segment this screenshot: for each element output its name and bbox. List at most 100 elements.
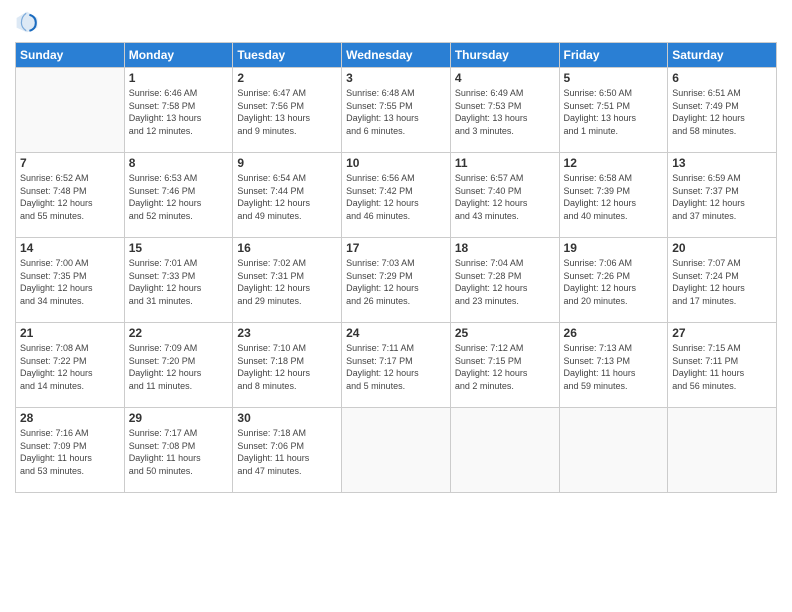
calendar-cell: 28 Sunrise: 7:16 AMSunset: 7:09 PMDayligh… [16, 408, 125, 493]
day-info: Sunrise: 6:52 AMSunset: 7:48 PMDaylight:… [20, 172, 120, 222]
logo-icon [15, 10, 39, 34]
day-info: Sunrise: 7:16 AMSunset: 7:09 PMDaylight:… [20, 427, 120, 477]
day-number: 15 [129, 241, 229, 255]
calendar-header-tuesday: Tuesday [233, 43, 342, 68]
calendar-week-3: 14 Sunrise: 7:00 AMSunset: 7:35 PMDayligh… [16, 238, 777, 323]
day-info: Sunrise: 7:08 AMSunset: 7:22 PMDaylight:… [20, 342, 120, 392]
day-number: 19 [564, 241, 664, 255]
day-number: 4 [455, 71, 555, 85]
day-number: 17 [346, 241, 446, 255]
day-info: Sunrise: 7:00 AMSunset: 7:35 PMDaylight:… [20, 257, 120, 307]
calendar-cell: 13 Sunrise: 6:59 AMSunset: 7:37 PMDayligh… [668, 153, 777, 238]
calendar-cell: 23 Sunrise: 7:10 AMSunset: 7:18 PMDayligh… [233, 323, 342, 408]
day-number: 16 [237, 241, 337, 255]
calendar-cell: 20 Sunrise: 7:07 AMSunset: 7:24 PMDayligh… [668, 238, 777, 323]
calendar-cell [450, 408, 559, 493]
calendar-header-sunday: Sunday [16, 43, 125, 68]
calendar-cell: 7 Sunrise: 6:52 AMSunset: 7:48 PMDaylight… [16, 153, 125, 238]
calendar-cell: 22 Sunrise: 7:09 AMSunset: 7:20 PMDayligh… [124, 323, 233, 408]
day-number: 27 [672, 326, 772, 340]
day-number: 25 [455, 326, 555, 340]
calendar-cell: 18 Sunrise: 7:04 AMSunset: 7:28 PMDayligh… [450, 238, 559, 323]
calendar-cell: 5Sunrise: 6:50 AMSunset: 7:51 PMDaylight… [559, 68, 668, 153]
calendar-header-friday: Friday [559, 43, 668, 68]
calendar-cell: 10 Sunrise: 6:56 AMSunset: 7:42 PMDayligh… [342, 153, 451, 238]
day-info: Sunrise: 7:10 AMSunset: 7:18 PMDaylight:… [237, 342, 337, 392]
page: SundayMondayTuesdayWednesdayThursdayFrid… [0, 0, 792, 612]
calendar-cell: 24 Sunrise: 7:11 AMSunset: 7:17 PMDayligh… [342, 323, 451, 408]
day-info: Sunrise: 7:06 AMSunset: 7:26 PMDaylight:… [564, 257, 664, 307]
calendar-cell: 14 Sunrise: 7:00 AMSunset: 7:35 PMDayligh… [16, 238, 125, 323]
calendar-header-row: SundayMondayTuesdayWednesdayThursdayFrid… [16, 43, 777, 68]
day-info: Sunrise: 6:50 AMSunset: 7:51 PMDaylight:… [564, 87, 664, 137]
calendar-week-1: 1 Sunrise: 6:46 AMSunset: 7:58 PMDaylight… [16, 68, 777, 153]
calendar-cell: 1 Sunrise: 6:46 AMSunset: 7:58 PMDaylight… [124, 68, 233, 153]
calendar-cell: 2 Sunrise: 6:47 AMSunset: 7:56 PMDaylight… [233, 68, 342, 153]
day-number: 2 [237, 71, 337, 85]
day-number: 18 [455, 241, 555, 255]
calendar: SundayMondayTuesdayWednesdayThursdayFrid… [15, 42, 777, 493]
day-info: Sunrise: 7:18 AMSunset: 7:06 PMDaylight:… [237, 427, 337, 477]
calendar-header-saturday: Saturday [668, 43, 777, 68]
calendar-cell: 4 Sunrise: 6:49 AMSunset: 7:53 PMDaylight… [450, 68, 559, 153]
calendar-cell: 27 Sunrise: 7:15 AMSunset: 7:11 PMDayligh… [668, 323, 777, 408]
day-info: Sunrise: 6:56 AMSunset: 7:42 PMDaylight:… [346, 172, 446, 222]
day-number: 23 [237, 326, 337, 340]
day-number: 3 [346, 71, 446, 85]
calendar-cell [342, 408, 451, 493]
day-number: 1 [129, 71, 229, 85]
day-number: 14 [20, 241, 120, 255]
day-info: Sunrise: 7:07 AMSunset: 7:24 PMDaylight:… [672, 257, 772, 307]
day-number: 30 [237, 411, 337, 425]
calendar-cell: 3 Sunrise: 6:48 AMSunset: 7:55 PMDaylight… [342, 68, 451, 153]
header [15, 10, 777, 34]
day-info: Sunrise: 6:48 AMSunset: 7:55 PMDaylight:… [346, 87, 446, 137]
day-number: 12 [564, 156, 664, 170]
calendar-header-thursday: Thursday [450, 43, 559, 68]
day-info: Sunrise: 7:17 AMSunset: 7:08 PMDaylight:… [129, 427, 229, 477]
calendar-cell: 29 Sunrise: 7:17 AMSunset: 7:08 PMDayligh… [124, 408, 233, 493]
calendar-cell: 21 Sunrise: 7:08 AMSunset: 7:22 PMDayligh… [16, 323, 125, 408]
calendar-cell: 12 Sunrise: 6:58 AMSunset: 7:39 PMDayligh… [559, 153, 668, 238]
day-info: Sunrise: 7:09 AMSunset: 7:20 PMDaylight:… [129, 342, 229, 392]
day-number: 22 [129, 326, 229, 340]
logo [15, 10, 43, 34]
day-info: Sunrise: 7:03 AMSunset: 7:29 PMDaylight:… [346, 257, 446, 307]
day-info: Sunrise: 7:15 AMSunset: 7:11 PMDaylight:… [672, 342, 772, 392]
day-info: Sunrise: 6:49 AMSunset: 7:53 PMDaylight:… [455, 87, 555, 137]
day-number: 7 [20, 156, 120, 170]
calendar-week-5: 28 Sunrise: 7:16 AMSunset: 7:09 PMDayligh… [16, 408, 777, 493]
day-number: 28 [20, 411, 120, 425]
calendar-cell: 6 Sunrise: 6:51 AMSunset: 7:49 PMDaylight… [668, 68, 777, 153]
calendar-cell [16, 68, 125, 153]
day-number: 21 [20, 326, 120, 340]
calendar-week-4: 21 Sunrise: 7:08 AMSunset: 7:22 PMDayligh… [16, 323, 777, 408]
day-number: 20 [672, 241, 772, 255]
day-info: Sunrise: 7:02 AMSunset: 7:31 PMDaylight:… [237, 257, 337, 307]
day-info: Sunrise: 7:11 AMSunset: 7:17 PMDaylight:… [346, 342, 446, 392]
calendar-week-2: 7 Sunrise: 6:52 AMSunset: 7:48 PMDaylight… [16, 153, 777, 238]
day-info: Sunrise: 7:01 AMSunset: 7:33 PMDaylight:… [129, 257, 229, 307]
day-number: 10 [346, 156, 446, 170]
calendar-cell: 11 Sunrise: 6:57 AMSunset: 7:40 PMDayligh… [450, 153, 559, 238]
day-number: 11 [455, 156, 555, 170]
calendar-header-monday: Monday [124, 43, 233, 68]
day-number: 26 [564, 326, 664, 340]
day-info: Sunrise: 6:58 AMSunset: 7:39 PMDaylight:… [564, 172, 664, 222]
day-info: Sunrise: 7:04 AMSunset: 7:28 PMDaylight:… [455, 257, 555, 307]
day-number: 24 [346, 326, 446, 340]
day-info: Sunrise: 6:51 AMSunset: 7:49 PMDaylight:… [672, 87, 772, 137]
calendar-cell: 26Sunrise: 7:13 AMSunset: 7:13 PMDayligh… [559, 323, 668, 408]
calendar-cell: 9Sunrise: 6:54 AMSunset: 7:44 PMDaylight… [233, 153, 342, 238]
day-info: Sunrise: 6:57 AMSunset: 7:40 PMDaylight:… [455, 172, 555, 222]
day-number: 13 [672, 156, 772, 170]
day-info: Sunrise: 6:59 AMSunset: 7:37 PMDaylight:… [672, 172, 772, 222]
calendar-cell: 30 Sunrise: 7:18 AMSunset: 7:06 PMDayligh… [233, 408, 342, 493]
calendar-cell: 17 Sunrise: 7:03 AMSunset: 7:29 PMDayligh… [342, 238, 451, 323]
calendar-cell [559, 408, 668, 493]
calendar-cell: 25Sunrise: 7:12 AMSunset: 7:15 PMDayligh… [450, 323, 559, 408]
day-number: 6 [672, 71, 772, 85]
day-number: 29 [129, 411, 229, 425]
day-info: Sunrise: 6:46 AMSunset: 7:58 PMDaylight:… [129, 87, 229, 137]
day-info: Sunrise: 6:47 AMSunset: 7:56 PMDaylight:… [237, 87, 337, 137]
